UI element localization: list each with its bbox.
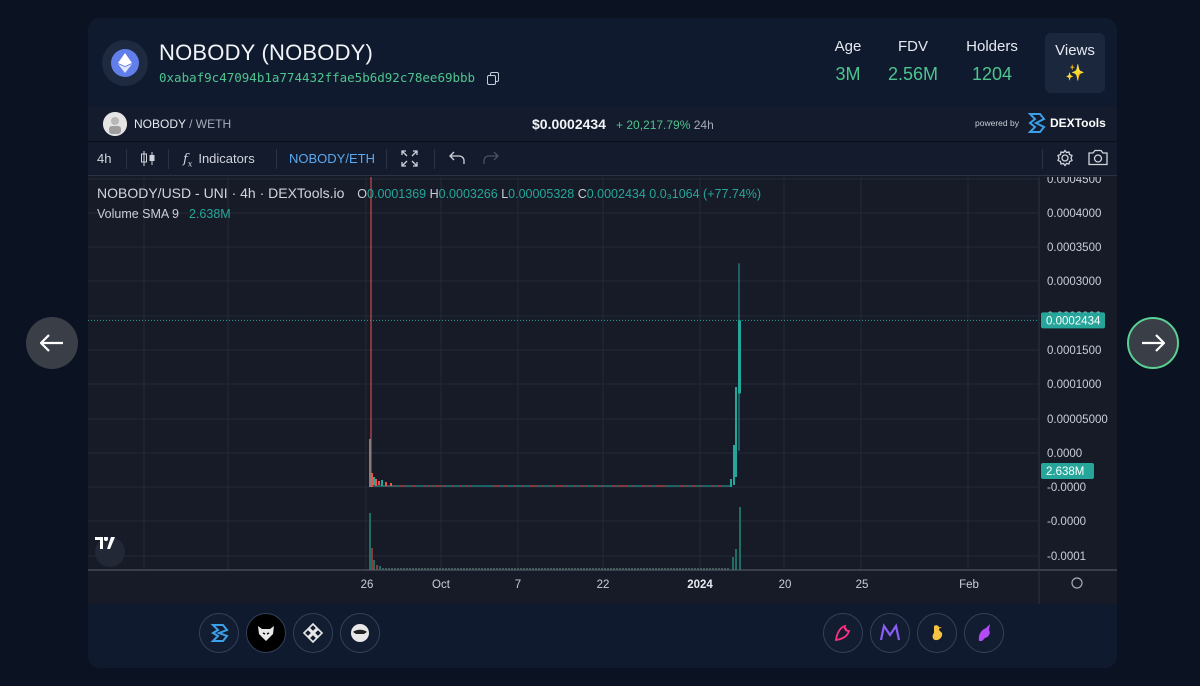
- tradingview-logo[interactable]: [95, 537, 125, 567]
- y-tick-label: 0.0003500: [1047, 242, 1101, 254]
- pair-avatar: [103, 112, 127, 136]
- interval-button[interactable]: 4h: [97, 151, 111, 166]
- candle: [390, 483, 392, 486]
- candle: [738, 320, 741, 393]
- x-tick-label: 25: [856, 579, 869, 591]
- candle: [733, 445, 735, 485]
- chart-legend-title: NOBODY/USD - UNI · 4h · DEXTools.io O0.0…: [97, 185, 761, 201]
- candle: [730, 479, 732, 487]
- x-tick-label: 7: [515, 579, 521, 591]
- wolf-icon[interactable]: [246, 613, 286, 653]
- volume-bar: [732, 557, 734, 570]
- undo-icon[interactable]: [449, 151, 465, 168]
- x-tick-label: 2024: [687, 579, 713, 591]
- copy-icon[interactable]: [487, 72, 499, 85]
- fullscreen-icon[interactable]: [401, 150, 418, 170]
- volume-bar: [739, 507, 741, 570]
- y-tick-label: 0.0004000: [1047, 208, 1101, 220]
- chart-canvas[interactable]: 0.0004500 0.0004000 0.0003500 0.0003000 0.00…: [88, 177, 1117, 604]
- volume-bar: [735, 549, 737, 570]
- axis-settings-icon: [1072, 578, 1082, 588]
- stat-age: Age 3M: [823, 38, 873, 85]
- price-chart[interactable]: 0.0004500 0.0004000 0.0003500 0.0003000 0.00…: [88, 177, 1117, 604]
- x-tick-label: Feb: [959, 579, 979, 591]
- candle: [381, 480, 383, 486]
- token-header: NOBODY (NOBODY) 0xabaf9c47094b1a774432ff…: [88, 18, 1117, 106]
- sparkle-icon: ✨: [1045, 63, 1105, 83]
- x-tick-label: 20: [779, 579, 792, 591]
- arrow-right-icon[interactable]: [1127, 317, 1179, 369]
- y-tick-label: 0.0000: [1047, 448, 1082, 460]
- pair-label: NOBODY / WETH: [134, 117, 231, 131]
- volume-legend: Volume SMA 9 2.638M: [97, 207, 231, 221]
- y-tick-label: 0.0004500: [1047, 177, 1101, 186]
- powered-by-label: powered by: [975, 118, 1019, 128]
- kucoin-icon[interactable]: [340, 613, 380, 653]
- views-button[interactable]: Views ✨: [1045, 33, 1105, 93]
- volume-bar: [373, 560, 375, 570]
- x-tick-label: Oct: [432, 579, 451, 591]
- token-name: NOBODY (NOBODY): [159, 40, 373, 66]
- indicators-button[interactable]: fx Indicators: [183, 151, 255, 169]
- stat-holders: Holders 1204: [960, 38, 1024, 85]
- x-tick-label: 22: [597, 579, 610, 591]
- candle: [378, 481, 380, 485]
- camera-icon[interactable]: [1088, 149, 1108, 169]
- chart-toolbar: 4h fx Indicators NOBODY/ETH: [88, 142, 1117, 176]
- dextools-icon: [1026, 112, 1046, 134]
- chart-widget: NOBODY / WETH $0.0002434 + 20,217.79% 24…: [88, 106, 1117, 604]
- current-price: $0.0002434: [532, 116, 606, 132]
- candle: [735, 387, 737, 477]
- binance-icon[interactable]: [293, 613, 333, 653]
- dextools-icon[interactable]: [199, 613, 239, 653]
- volume-bar: [379, 566, 381, 570]
- unicorn-icon[interactable]: [964, 613, 1004, 653]
- candle: [385, 482, 387, 486]
- y-tick-label: 0.00005000: [1047, 414, 1108, 426]
- x-tick-label: 26: [361, 579, 374, 591]
- y-tick-label: -0.0001: [1047, 551, 1086, 563]
- y-tick-label: -0.0000: [1047, 516, 1086, 528]
- stat-fdv: FDV 2.56M: [880, 38, 946, 85]
- candle: [373, 477, 375, 485]
- volume-bar: [369, 513, 371, 570]
- arrow-left-icon[interactable]: [26, 317, 78, 369]
- uniswap-icon[interactable]: [823, 613, 863, 653]
- meta-icon[interactable]: [870, 613, 910, 653]
- pair-info-bar: NOBODY / WETH $0.0002434 + 20,217.79% 24…: [88, 106, 1117, 142]
- volume-bar: [376, 565, 378, 570]
- dextools-logo[interactable]: DEXTools: [1026, 112, 1106, 134]
- y-tick-label: 0.0001000: [1047, 379, 1101, 391]
- fx-icon: fx: [183, 152, 192, 167]
- ethereum-icon: [102, 40, 148, 86]
- price-change: + 20,217.79% 24h: [616, 118, 714, 132]
- settings-icon[interactable]: [1056, 149, 1074, 170]
- token-address[interactable]: 0xabaf9c47094b1a774432ffae5b6d92c78ee69b…: [159, 70, 499, 85]
- candle-type-icon[interactable]: [140, 150, 156, 170]
- volume-bar: [371, 548, 373, 570]
- candle: [375, 479, 377, 486]
- chicken-icon[interactable]: [917, 613, 957, 653]
- y-tick-label: -0.0000: [1047, 482, 1086, 494]
- redo-icon[interactable]: [483, 151, 499, 168]
- last-price-label: 0.0002434: [1046, 315, 1101, 327]
- y-tick-label: 0.0001500: [1047, 345, 1101, 357]
- volume-axis-label: 2.638M: [1046, 466, 1084, 478]
- token-card: NOBODY (NOBODY) 0xabaf9c47094b1a774432ff…: [88, 18, 1117, 668]
- y-tick-label: 0.0003000: [1047, 276, 1101, 288]
- symbol-button[interactable]: NOBODY/ETH: [289, 151, 375, 166]
